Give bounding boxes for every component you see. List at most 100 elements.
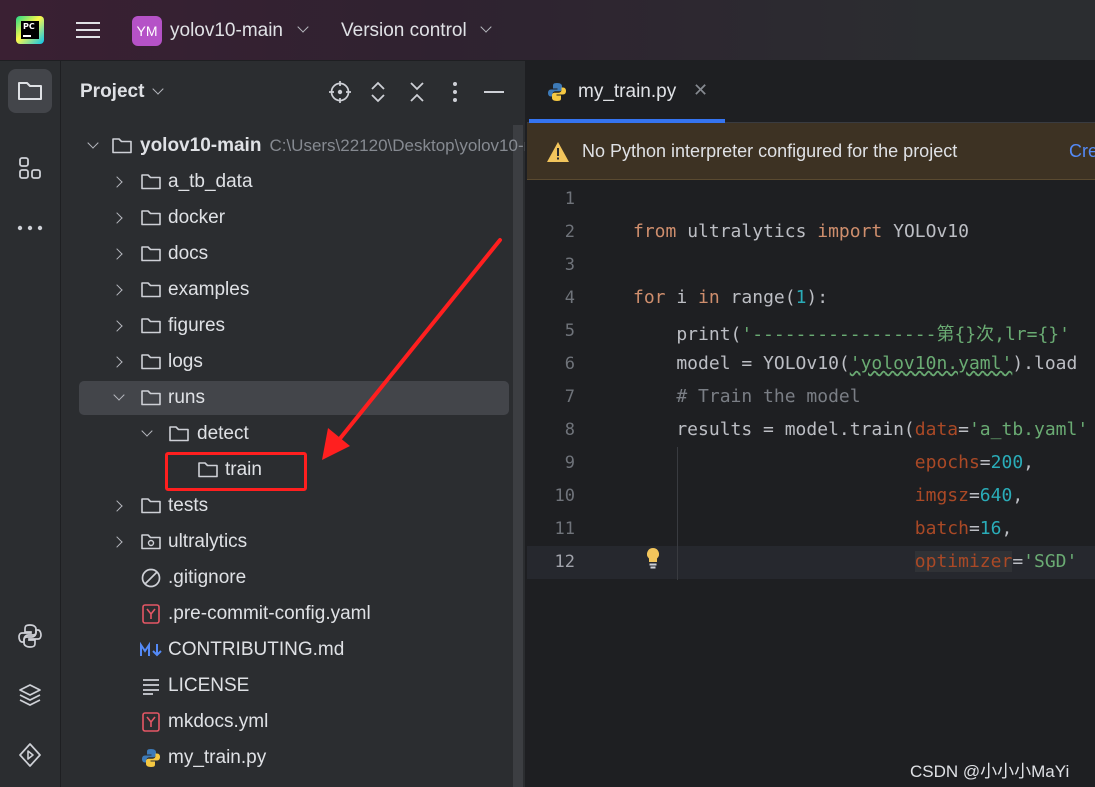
yaml-file-icon: [142, 712, 160, 732]
tree-item-label: logs: [168, 351, 203, 372]
expand-all-icon: [371, 81, 385, 103]
tree-item-root[interactable]: yolov10-main C:\Users\22120\Desktop\yolov…: [79, 129, 525, 163]
tree-item-examples[interactable]: examples: [79, 273, 509, 307]
lightbulb-icon[interactable]: [645, 546, 661, 572]
configure-interpreter-link[interactable]: Cre: [1069, 141, 1095, 162]
hide-panel-button[interactable]: [481, 79, 507, 105]
folder-icon: [141, 282, 161, 298]
chevron-right-icon[interactable]: [111, 356, 123, 368]
collapse-all-button[interactable]: [404, 79, 430, 105]
tree-item-docs[interactable]: docs: [79, 237, 509, 271]
tree-item-label: runs: [168, 387, 205, 408]
main-menu-icon[interactable]: [76, 18, 102, 42]
tree-item-path: C:\Users\22120\Desktop\yolov10-main: [269, 136, 525, 155]
code-line: 9 epochs=200,: [564, 452, 1034, 473]
tree-item-pre-commit-config[interactable]: .pre-commit-config.yaml: [79, 597, 509, 631]
editor-tab-bar: my_train.py ✕: [527, 61, 1095, 123]
tool-window-strip: [0, 61, 61, 787]
project-panel: Project yolov10-main C:\Users\22120\Deskt…: [61, 61, 526, 787]
chevron-right-icon[interactable]: [111, 284, 123, 296]
tree-item-label: docker: [168, 207, 226, 228]
interpreter-warning-banner: No Python interpreter configured for the…: [527, 123, 1095, 180]
folder-icon: [141, 210, 161, 226]
tree-item-logs[interactable]: logs: [79, 345, 509, 379]
project-tool-button[interactable]: [8, 69, 52, 113]
folder-icon: [141, 318, 161, 334]
expand-all-button[interactable]: [365, 79, 391, 105]
folder-icon: [141, 390, 161, 406]
tree-item-ultralytics[interactable]: ultralytics: [79, 525, 509, 559]
line-number: 6: [564, 354, 575, 374]
chevron-down-icon[interactable]: [297, 21, 309, 33]
chevron-right-icon[interactable]: [111, 320, 123, 332]
tree-item-label: ultralytics: [168, 531, 248, 552]
run-tool-button[interactable]: [8, 733, 52, 777]
folder-icon: [141, 498, 161, 514]
chevron-right-icon[interactable]: [111, 248, 123, 260]
tree-item-figures[interactable]: figures: [79, 309, 509, 343]
tree-item-label: examples: [168, 279, 250, 300]
tree-item-runs[interactable]: runs: [79, 381, 509, 415]
folder-icon: [18, 82, 42, 100]
tab-my-train[interactable]: my_train.py ✕: [527, 61, 726, 123]
project-name[interactable]: yolov10-main: [170, 20, 283, 42]
tree-item-tests[interactable]: tests: [79, 489, 509, 523]
more-tools-button[interactable]: [8, 206, 52, 250]
indent-guide: [677, 447, 678, 580]
options-button[interactable]: [442, 79, 468, 105]
chevron-right-icon[interactable]: [111, 212, 123, 224]
chevron-down-icon[interactable]: [480, 21, 492, 33]
tree-item-docker[interactable]: docker: [79, 201, 509, 235]
folder-icon: [112, 138, 132, 154]
code-line: 2 from ultralytics import YOLOv10: [564, 221, 969, 242]
vertical-scrollbar[interactable]: [513, 125, 523, 787]
layers-tool-button[interactable]: [8, 673, 52, 717]
chevron-right-icon[interactable]: [111, 176, 123, 188]
pycharm-logo-icon[interactable]: PC: [16, 16, 44, 44]
python-console-icon: [18, 624, 42, 648]
close-icon[interactable]: ✕: [693, 80, 708, 101]
annotation-highlight-box: [165, 452, 307, 491]
chevron-right-icon[interactable]: [111, 536, 123, 548]
line-number: 8: [564, 420, 575, 440]
code-line: 11 batch=16,: [554, 518, 1013, 539]
chevron-right-icon[interactable]: [111, 500, 123, 512]
project-badge[interactable]: YM: [132, 16, 162, 46]
tab-label: my_train.py: [578, 81, 677, 102]
line-number: 7: [564, 387, 575, 407]
vertical-more-icon: [453, 82, 457, 102]
chevron-down-icon[interactable]: [87, 137, 99, 149]
tree-item-gitignore[interactable]: .gitignore: [79, 561, 509, 595]
chevron-down-icon[interactable]: [113, 389, 125, 401]
ignore-file-icon: [141, 568, 161, 588]
tree-item-my-train[interactable]: my_train.py: [79, 741, 509, 775]
chevron-down-icon[interactable]: [141, 425, 153, 437]
tree-item-detect[interactable]: detect: [79, 417, 509, 451]
warning-text: No Python interpreter configured for the…: [582, 141, 958, 161]
tree-item-a-tb-data[interactable]: a_tb_data: [79, 165, 509, 199]
folder-icon: [141, 246, 161, 262]
folder-icon: [141, 174, 161, 190]
tree-item-label: my_train.py: [168, 747, 267, 768]
chevron-down-icon[interactable]: [152, 83, 164, 95]
tree-item-mkdocs[interactable]: mkdocs.yml: [79, 705, 509, 739]
code-line: 7 # Train the model: [564, 386, 861, 407]
structure-tool-button[interactable]: [8, 146, 52, 190]
version-control-menu[interactable]: Version control: [341, 20, 467, 42]
panel-title[interactable]: Project: [80, 81, 144, 103]
code-line: 3: [527, 249, 1095, 282]
tree-item-label: yolov10-main: [140, 135, 262, 156]
tree-item-contributing[interactable]: CONTRIBUTING.md: [79, 633, 509, 667]
code-line: 6 model = YOLOv10('yolov10n.yaml').load: [564, 353, 1078, 374]
markdown-file-icon: [140, 641, 162, 657]
tree-item-label: figures: [168, 315, 226, 336]
watermark-text: CSDN @小小小MaYi: [910, 762, 1070, 781]
locate-button[interactable]: [327, 79, 353, 105]
code-line-current: 12 optimizer='SGD': [527, 546, 1095, 579]
tree-item-license[interactable]: LICENSE: [79, 669, 509, 703]
tree-item-label: .gitignore: [168, 567, 247, 588]
code-line: 10 imgsz=640,: [554, 485, 1024, 506]
python-console-button[interactable]: [8, 614, 52, 658]
structure-icon: [19, 157, 41, 179]
warning-icon: [547, 142, 569, 162]
